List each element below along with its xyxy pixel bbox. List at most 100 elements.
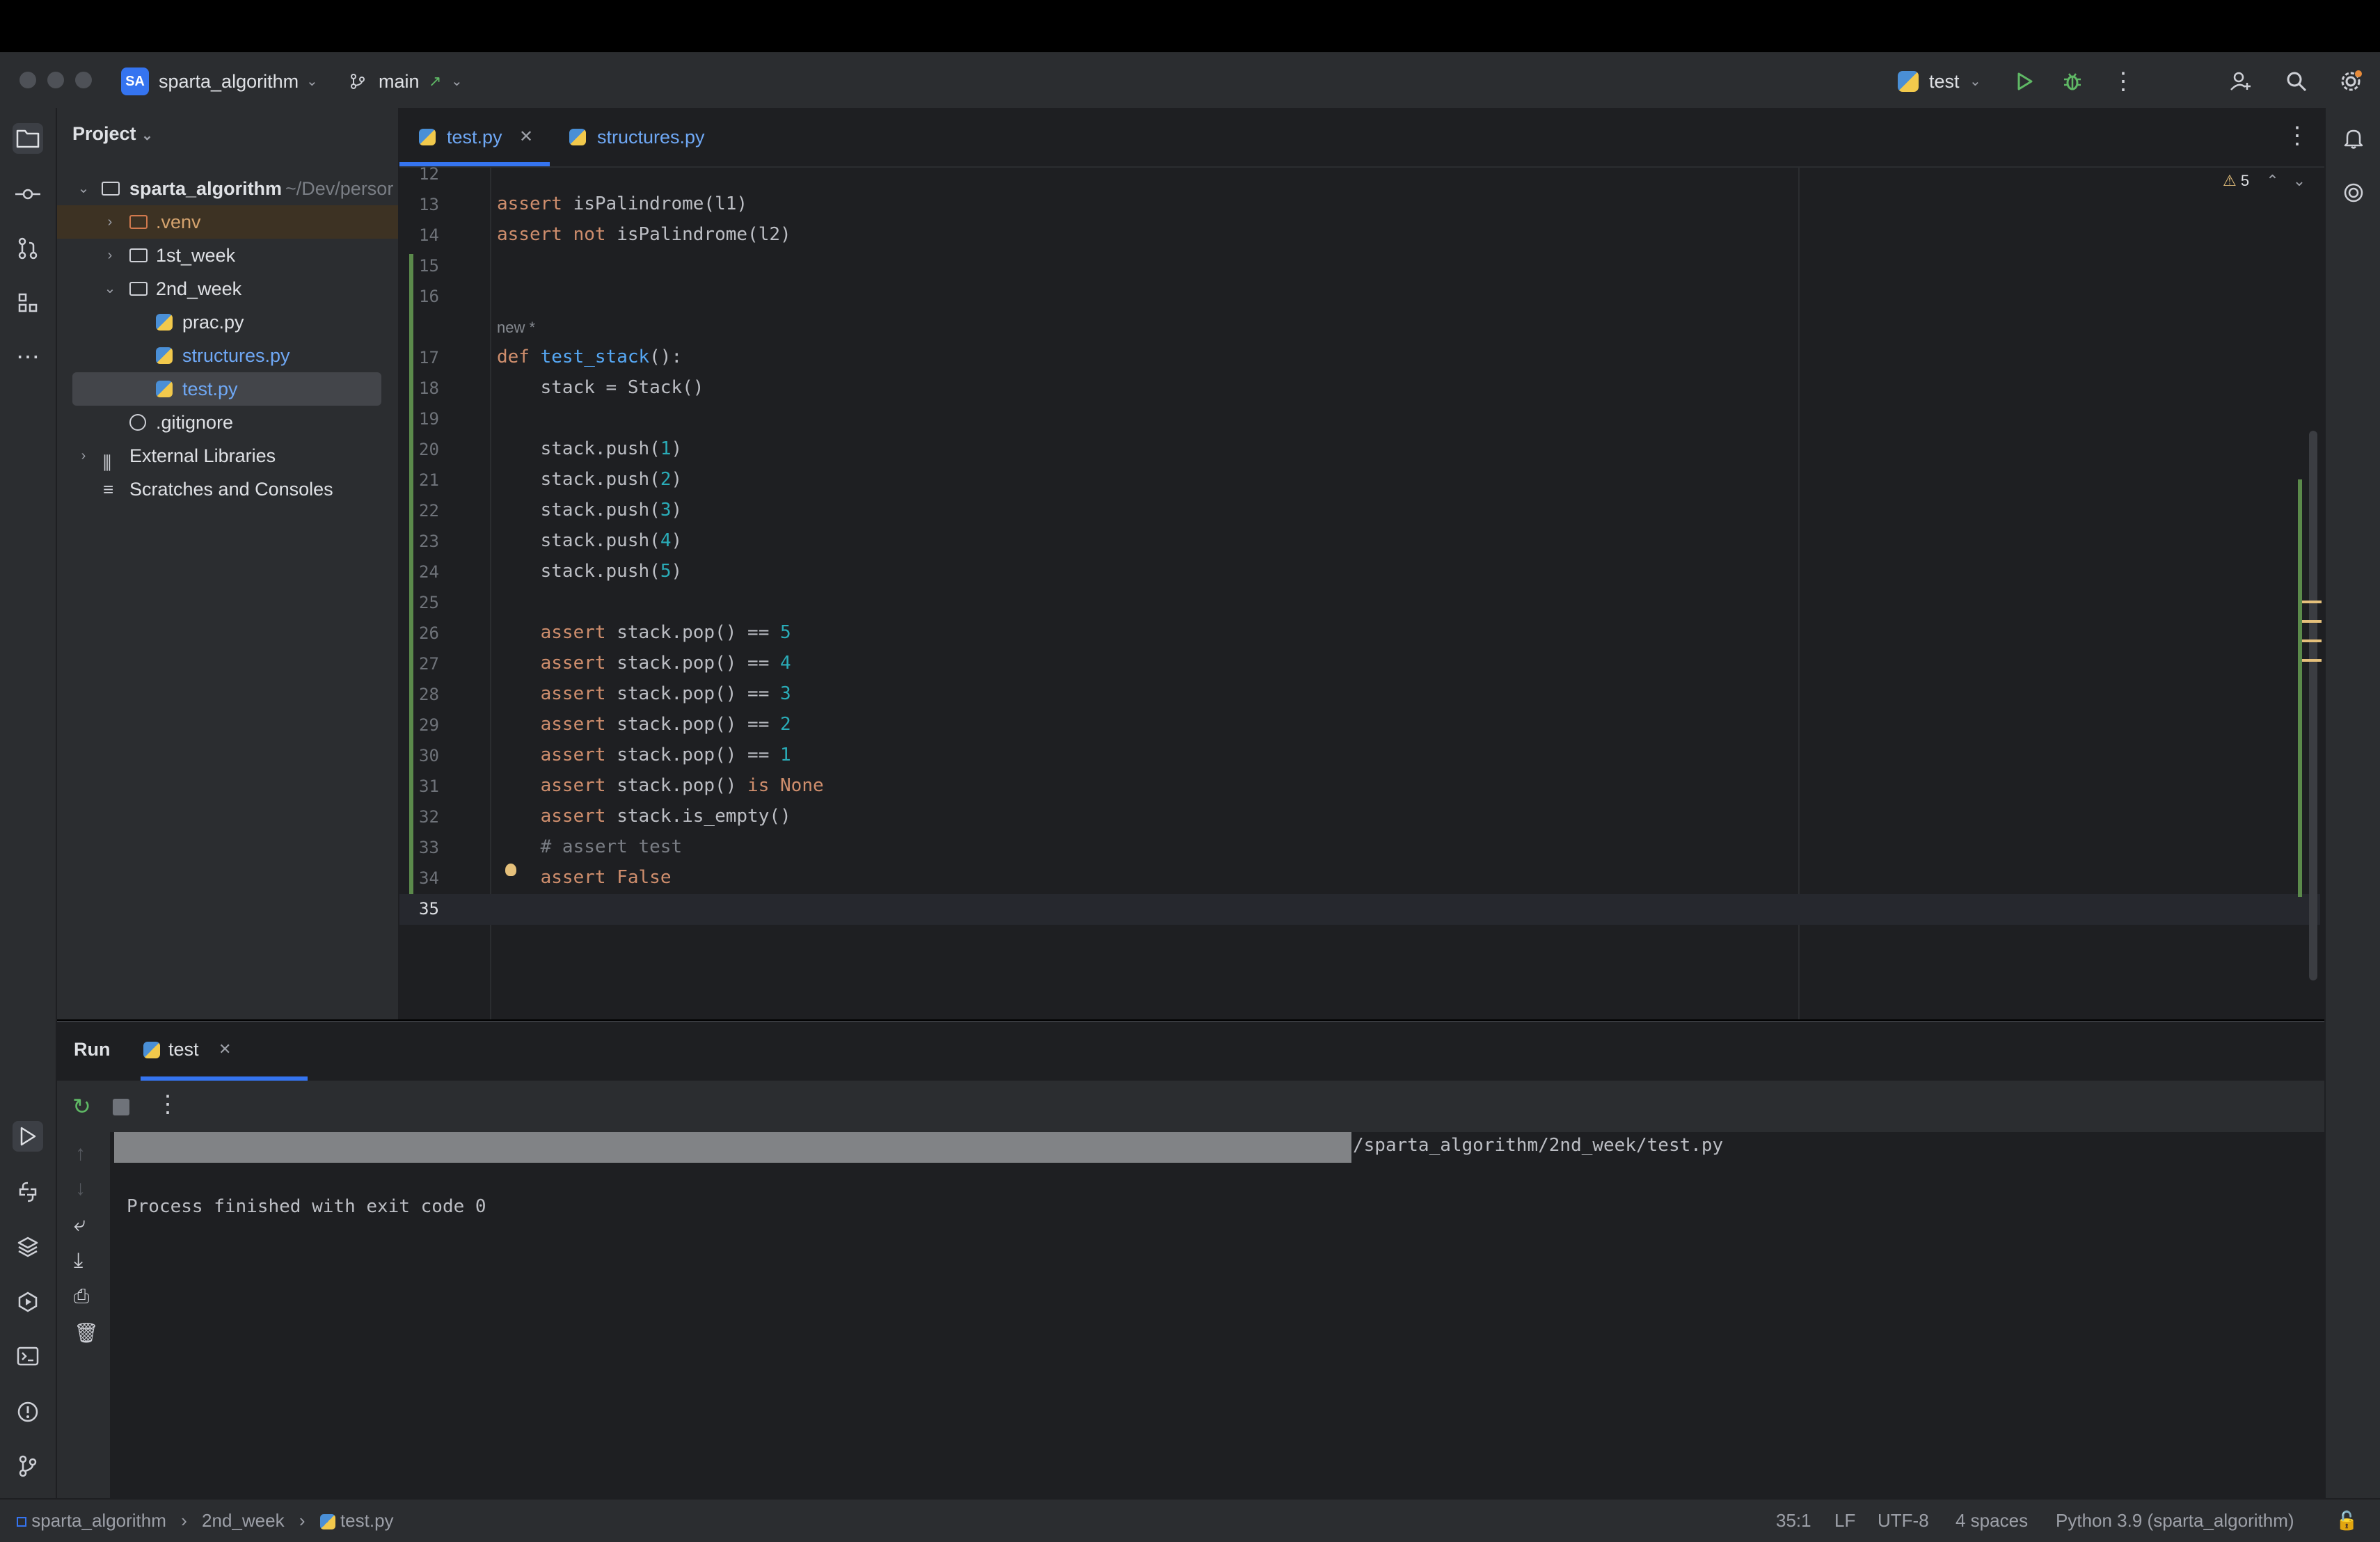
process-exit-message: Process finished with exit code 0 — [127, 1196, 486, 1217]
folder-icon — [129, 215, 148, 229]
tree-item-structures[interactable]: structures.py — [57, 339, 398, 372]
warning-stripe[interactable] — [2302, 601, 2322, 603]
rerun-icon[interactable]: ↻ — [72, 1093, 91, 1120]
code-line: assert not isPalindrome(l2) — [497, 224, 791, 245]
notifications-icon[interactable] — [2338, 123, 2369, 154]
print-icon[interactable]: ⎙ — [74, 1285, 89, 1308]
breadcrumb-item[interactable]: 2nd_week — [202, 1510, 285, 1531]
project-selector[interactable]: sparta_algorithm — [159, 67, 299, 95]
line-number: 23 — [419, 532, 439, 551]
project-badge[interactable]: SA — [121, 67, 149, 95]
warning-stripe[interactable] — [2302, 620, 2322, 623]
line-number: 13 — [419, 195, 439, 214]
close-icon[interactable]: ✕ — [219, 1040, 231, 1058]
chevron-down-icon[interactable]: ⌄ — [2293, 172, 2306, 189]
tree-item-1st-week[interactable]: › 1st_week — [57, 239, 398, 272]
git-icon[interactable] — [13, 1451, 43, 1481]
lock-icon[interactable]: 🔓 — [2335, 1500, 2358, 1542]
breadcrumb-item[interactable]: sparta_algorithm — [31, 1510, 166, 1531]
code-editor[interactable]: test.py ✕ structures.py ⋮ ⚠ 5 ⌃ ⌄ 12 13 … — [399, 108, 2324, 1019]
tree-item-2nd-week[interactable]: ⌄ 2nd_week — [57, 272, 398, 305]
chevron-down-icon[interactable]: ⌄ — [451, 67, 463, 95]
more-horizontal-icon[interactable]: ⋯ — [13, 342, 43, 372]
pull-requests-icon[interactable] — [13, 233, 43, 264]
line-separator[interactable]: LF — [1834, 1500, 1855, 1542]
file-encoding[interactable]: UTF-8 — [1878, 1500, 1929, 1542]
window-zoom-button[interactable] — [75, 72, 92, 88]
code-line: assert stack.pop() == 1 — [497, 745, 791, 765]
problems-icon[interactable] — [13, 1397, 43, 1427]
run-side-toolbar: ↑ ↓ ⤶ ⤓ ⎙ 🗑 — [57, 1132, 110, 1500]
folder-icon — [102, 182, 120, 196]
chevron-down-icon[interactable]: ⌄ — [102, 272, 118, 305]
terminal-icon[interactable] — [13, 1341, 43, 1372]
code-vision-hint[interactable]: new * — [497, 319, 535, 337]
tree-item-gitignore[interactable]: .gitignore — [57, 406, 398, 439]
chevron-right-icon: › — [299, 1510, 306, 1531]
close-icon[interactable]: ✕ — [519, 108, 533, 166]
commit-icon[interactable] — [13, 179, 43, 209]
tree-item-venv[interactable]: › .venv — [57, 205, 398, 239]
chevron-down-icon[interactable]: ⌄ — [1969, 67, 1981, 95]
chevron-right-icon[interactable]: › — [75, 439, 92, 472]
caret-position[interactable]: 35:1 — [1776, 1500, 1811, 1542]
editor-scrollbar[interactable] — [2309, 431, 2317, 980]
scroll-to-end-icon[interactable]: ⤓ — [74, 1249, 83, 1273]
window-minimize-button[interactable] — [47, 72, 64, 88]
line-number: 24 — [419, 562, 439, 582]
services-icon[interactable] — [13, 1287, 43, 1317]
trash-icon[interactable]: 🗑 — [74, 1321, 99, 1344]
python-file-icon — [319, 1514, 335, 1530]
vcs-change-marker — [409, 254, 413, 922]
chevron-right-icon[interactable]: › — [102, 239, 118, 272]
warning-stripe[interactable] — [2302, 639, 2322, 642]
chevron-up-icon[interactable]: ⌃ — [2266, 172, 2278, 189]
tree-item-root[interactable]: ⌄ sparta_algorithm ~/Dev/persor — [57, 172, 398, 205]
chevron-down-icon[interactable]: ⌄ — [306, 67, 318, 95]
run-tool-icon[interactable] — [13, 1121, 43, 1152]
run-icon[interactable] — [2011, 67, 2039, 95]
python-icon — [1894, 67, 1922, 95]
chevron-down-icon[interactable]: ⌄ — [75, 172, 92, 205]
ai-assistant-icon[interactable] — [2338, 177, 2369, 208]
line-number: 12 — [419, 164, 439, 184]
settings-icon[interactable] — [2337, 67, 2365, 95]
line-number: 15 — [419, 256, 439, 276]
tab-test-py[interactable]: test.py ✕ — [399, 108, 550, 166]
warning-stripe[interactable] — [2302, 659, 2322, 662]
tree-item-test[interactable]: test.py — [72, 372, 381, 406]
warnings-indicator[interactable]: ⚠ 5 ⌃ ⌄ — [2223, 172, 2306, 190]
debug-icon[interactable] — [2058, 67, 2086, 95]
branch-selector[interactable]: main — [379, 67, 420, 95]
breadcrumb-item[interactable]: test.py — [340, 1510, 394, 1531]
add-user-icon[interactable] — [2227, 67, 2255, 95]
line-number: 19 — [419, 409, 439, 429]
tab-structures-py[interactable]: structures.py — [564, 108, 717, 166]
project-folder-icon[interactable] — [13, 123, 43, 154]
search-icon[interactable] — [2283, 67, 2310, 95]
window-close-button[interactable] — [19, 72, 36, 88]
structure-icon[interactable] — [13, 287, 43, 318]
tree-item-scratches[interactable]: ≡ Scratches and Consoles — [57, 472, 398, 506]
python-file-icon — [569, 129, 586, 145]
python-console-icon[interactable] — [13, 1177, 43, 1207]
tree-item-prac[interactable]: prac.py — [57, 305, 398, 339]
project-panel-title[interactable]: Project ⌄ — [72, 123, 153, 145]
run-tab-test[interactable]: test ✕ — [141, 1022, 308, 1081]
run-config-selector[interactable]: test — [1929, 67, 1960, 95]
more-vertical-icon[interactable]: ⋮ — [2285, 122, 2309, 150]
python-interpreter[interactable]: Python 3.9 (sparta_algorithm) — [2056, 1500, 2294, 1542]
more-vertical-icon[interactable]: ⋮ — [2111, 67, 2135, 95]
chevron-right-icon[interactable]: › — [102, 205, 118, 239]
arrow-down-icon[interactable]: ↓ — [75, 1177, 86, 1200]
run-panel: Run test ✕ ↻ ⋮ ↑ ↓ ⤶ ⤓ ⎙ 🗑 /sparta_algor… — [57, 1021, 2324, 1500]
tree-item-external-libraries[interactable]: › ⫼ External Libraries — [57, 439, 398, 473]
stop-icon[interactable] — [113, 1099, 129, 1115]
arrow-up-icon[interactable]: ↑ — [75, 1142, 86, 1166]
more-vertical-icon[interactable]: ⋮ — [156, 1090, 180, 1118]
code-line: stack = Stack() — [497, 377, 704, 398]
soft-wrap-icon[interactable]: ⤶ — [74, 1213, 86, 1237]
layers-icon[interactable] — [13, 1231, 43, 1262]
indent-setting[interactable]: 4 spaces — [1955, 1500, 2028, 1542]
code-line: assert isPalindrome(l1) — [497, 193, 748, 214]
